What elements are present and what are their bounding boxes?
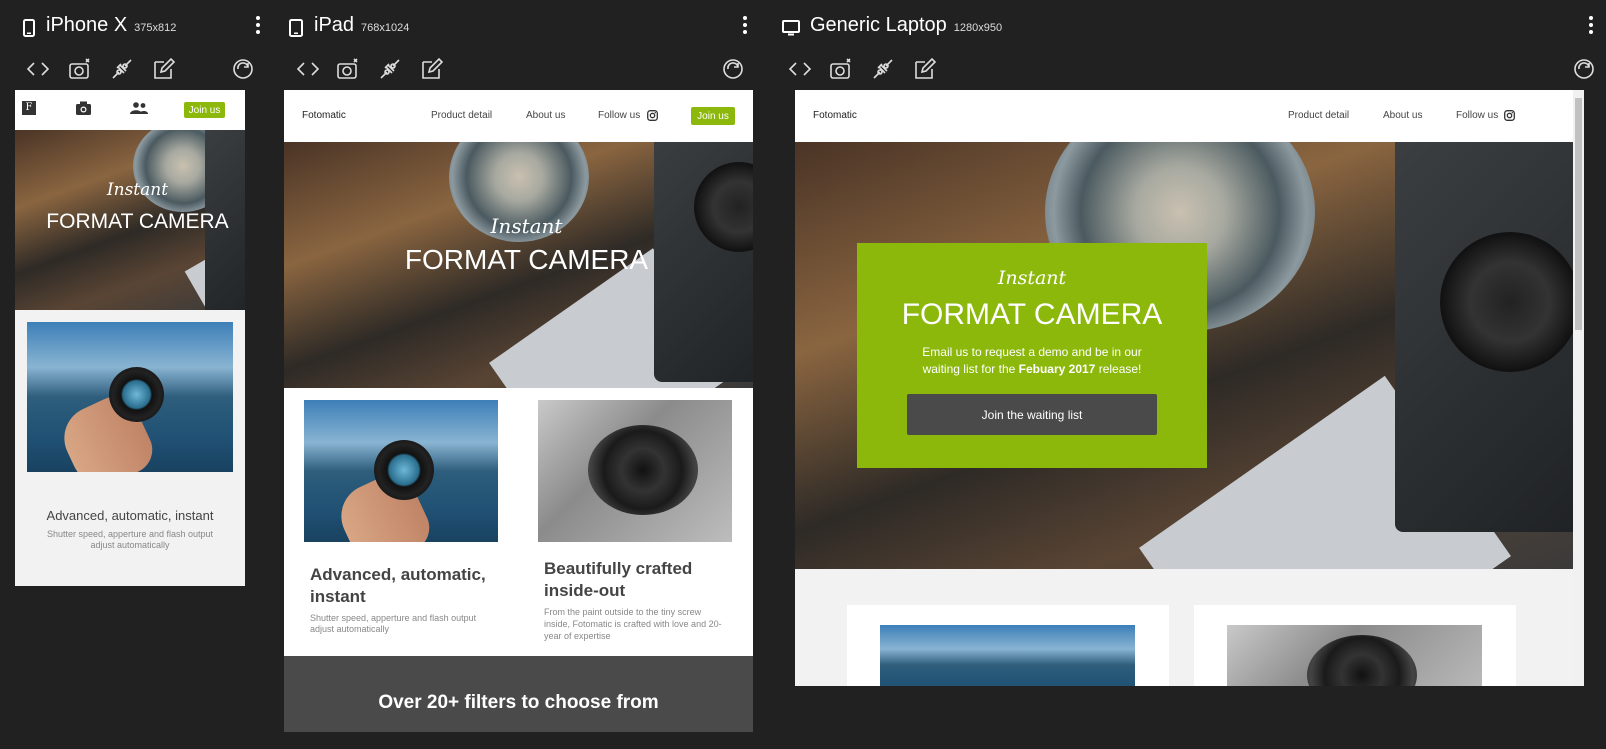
feature-title-1: Advanced, automatic, instant — [310, 565, 486, 606]
feature-title: Advanced, automatic, instant — [46, 508, 214, 523]
phone-icon — [23, 19, 35, 37]
feature-card — [847, 605, 1169, 686]
hero-script: Instant — [997, 267, 1067, 289]
more-vert-icon[interactable] — [255, 16, 261, 34]
device-size: 1280x950 — [953, 22, 1003, 34]
hero-script: Instant — [490, 214, 563, 238]
cta-text-bold: Febuary 2017 — [1018, 362, 1096, 376]
instagram-icon[interactable] — [647, 110, 658, 121]
more-vert-icon[interactable] — [742, 16, 748, 34]
rotate-icon[interactable] — [721, 57, 745, 81]
feature-desc: Shutter speed, apperture and flash outpu… — [46, 529, 214, 550]
edit-icon[interactable] — [913, 57, 937, 81]
camera-icon[interactable] — [829, 57, 853, 81]
join-us-button[interactable]: Join us — [691, 107, 735, 125]
filters-band: Over 20+ filters to choose from — [284, 656, 753, 732]
hero-script: Instant — [106, 180, 169, 200]
cta-text: Email us to request a demo and be in our… — [907, 344, 1157, 378]
join-us-button[interactable]: Join us — [184, 102, 225, 118]
navbar: Fotomatic Product detail About us Follow… — [284, 90, 753, 142]
nav-about-us[interactable]: About us — [1383, 110, 1422, 121]
cta-text-after: release! — [1095, 362, 1142, 376]
features-section — [795, 569, 1573, 686]
feature-image-camera — [538, 400, 732, 542]
rotate-icon[interactable] — [231, 57, 255, 81]
tablet-icon — [289, 19, 303, 37]
device-name: Generic Laptop — [810, 14, 947, 36]
navbar: Fotomatic Product detail About us Follow… — [795, 90, 1573, 142]
viewport-laptop: Fotomatic Product detail About us Follow… — [795, 90, 1584, 686]
plug-icon[interactable] — [871, 57, 895, 81]
feature-image-lens — [880, 625, 1135, 686]
feature-title-2: Beautifully crafted inside-out — [544, 559, 693, 600]
edit-icon[interactable] — [420, 57, 444, 81]
device-size: 375x812 — [134, 22, 177, 34]
camera-icon[interactable] — [336, 57, 360, 81]
hero-title: FORMAT CAMERA — [901, 298, 1163, 331]
feature-image-camera — [1227, 625, 1482, 686]
hero-title: FORMAT CAMERA — [46, 210, 229, 233]
edit-icon[interactable] — [152, 57, 176, 81]
join-waiting-list-button[interactable]: Join the waiting list — [907, 394, 1157, 435]
device-name: iPad — [314, 14, 355, 36]
scrollbar[interactable] — [1573, 90, 1584, 686]
device-header-laptop: Generic Laptop 1280x950 — [782, 14, 1002, 42]
camera-icon[interactable] — [68, 57, 92, 81]
code-icon[interactable] — [26, 57, 50, 81]
brand-logo[interactable]: Fotomatic — [302, 110, 346, 121]
instagram-icon[interactable] — [1504, 110, 1515, 121]
monitor-icon — [782, 20, 800, 36]
people-icon[interactable] — [130, 102, 148, 114]
feature-image-lens — [27, 322, 233, 472]
device-size: 768x1024 — [361, 22, 410, 34]
feature-card — [1194, 605, 1516, 686]
mobile-navbar: F Join us — [15, 90, 245, 130]
hero-title: FORMAT CAMERA — [404, 244, 649, 275]
cta-card: Instant FORMAT CAMERA Email us to reques… — [857, 243, 1207, 468]
plug-icon[interactable] — [110, 57, 134, 81]
rotate-icon[interactable] — [1572, 57, 1596, 81]
plug-icon[interactable] — [378, 57, 402, 81]
nav-product-detail[interactable]: Product detail — [431, 110, 492, 121]
nav-product-detail[interactable]: Product detail — [1288, 110, 1349, 121]
hero-image: Instant FORMAT CAMERA — [15, 130, 245, 310]
code-icon[interactable] — [296, 57, 320, 81]
nav-follow-us[interactable]: Follow us — [598, 110, 640, 121]
viewport-iphone: F Join us Instant FORMAT CAMERA Advanced… — [15, 90, 245, 586]
viewport-ipad: Fotomatic Product detail About us Follow… — [284, 90, 753, 732]
device-iphone: iPhone X 375x812 F Join us Instant FORMA… — [0, 0, 270, 749]
f-logo-icon[interactable]: F — [22, 101, 36, 115]
code-icon[interactable] — [788, 57, 812, 81]
device-name: iPhone X — [46, 14, 128, 36]
filters-heading: Over 20+ filters to choose from — [378, 692, 659, 713]
feature-desc-1: Shutter speed, apperture and flash outpu… — [310, 613, 477, 634]
more-vert-icon[interactable] — [1588, 16, 1594, 34]
device-header-ipad: iPad 768x1024 — [288, 14, 409, 42]
hero-image: Instant FORMAT CAMERA — [284, 142, 753, 388]
nav-about-us[interactable]: About us — [526, 110, 565, 121]
nav-follow-us[interactable]: Follow us — [1456, 110, 1498, 121]
feature-desc-2: From the paint outside to the tiny screw… — [544, 607, 722, 641]
scrollbar-thumb[interactable] — [1575, 98, 1582, 330]
brand-logo[interactable]: Fotomatic — [813, 110, 857, 121]
device-header-iphone: iPhone X 375x812 — [22, 14, 176, 42]
feature-image-lens — [304, 400, 498, 542]
device-ipad: iPad 768x1024 Fotomatic Product detail A… — [270, 0, 770, 749]
hero-image: Instant FORMAT CAMERA Email us to reques… — [795, 142, 1573, 569]
device-laptop: Generic Laptop 1280x950 Fotomatic Produc… — [770, 0, 1606, 749]
camera-icon[interactable] — [76, 101, 91, 115]
